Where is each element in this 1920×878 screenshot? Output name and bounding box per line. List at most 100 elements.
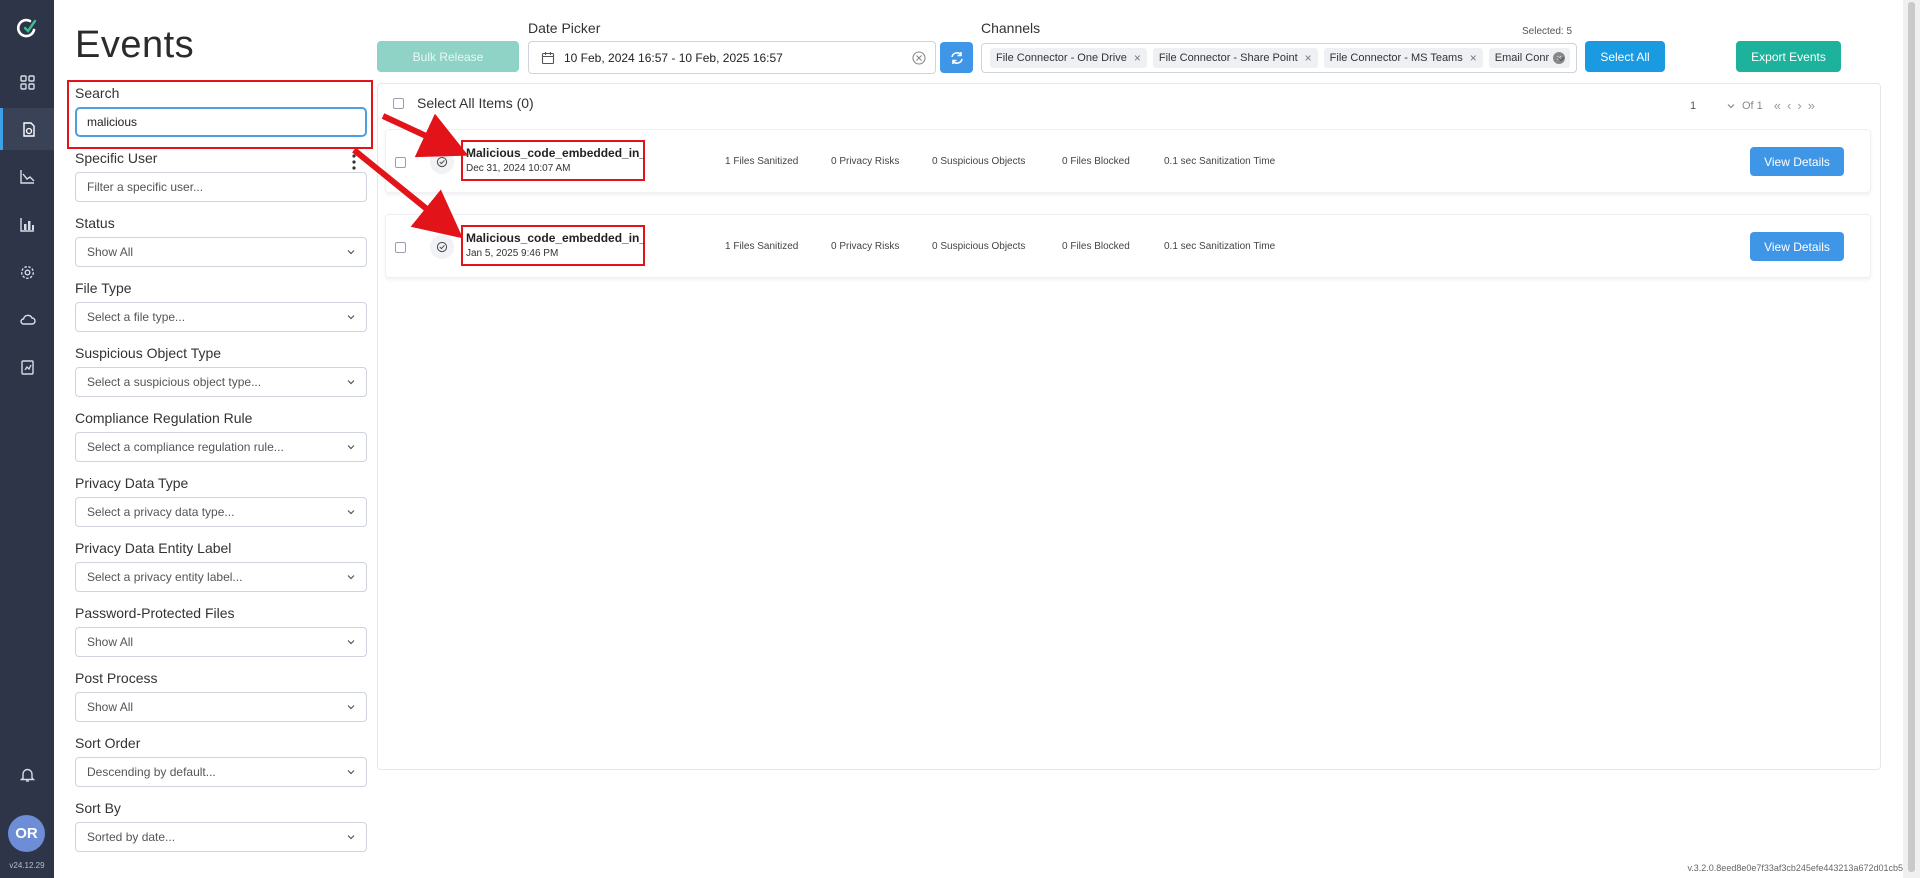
date-range-value: 10 Feb, 2024 16:57 - 10 Feb, 2025 16:57 — [564, 50, 783, 65]
sidebar-item-cloud[interactable] — [0, 298, 54, 340]
sort-order-value: Descending by default... — [87, 765, 216, 779]
event-row[interactable]: Malicious_code_embedded_in_image Dec 31,… — [385, 129, 1871, 193]
date-range-picker[interactable]: 10 Feb, 2024 16:57 - 10 Feb, 2025 16:57 — [528, 41, 936, 74]
scrollbar-thumb[interactable] — [1908, 2, 1915, 872]
privacy-risks: 0 Privacy Risks — [831, 156, 900, 167]
view-details-button[interactable]: View Details — [1750, 232, 1844, 261]
compliance-rule-label: Compliance Regulation Rule — [75, 410, 253, 426]
search-label: Search — [75, 85, 120, 101]
event-row[interactable]: Malicious_code_embedded_in_image Jan 5, … — [385, 214, 1871, 278]
status-indicator — [430, 150, 454, 174]
select-all-items[interactable]: Select All Items (0) — [393, 95, 534, 111]
selected-count: Selected: 5 — [1522, 26, 1573, 37]
clear-date-icon[interactable] — [912, 51, 926, 65]
prev-page-icon[interactable]: ‹ — [1787, 98, 1791, 113]
sort-by-value: Sorted by date... — [87, 830, 176, 844]
search-input[interactable] — [75, 107, 367, 137]
status-label: Status — [75, 215, 115, 231]
sidebar-item-events[interactable] — [0, 108, 54, 150]
export-events-button[interactable]: Export Events — [1736, 41, 1841, 72]
sidebar-item-dashboard[interactable] — [0, 61, 54, 103]
notifications-button[interactable] — [0, 753, 54, 795]
sort-by-label: Sort By — [75, 800, 121, 816]
calendar-icon — [541, 51, 555, 64]
line-chart-icon — [19, 169, 34, 184]
sidebar-item-settings[interactable] — [0, 251, 54, 293]
channels-multiselect[interactable]: File Connector - One Drive × File Connect… — [981, 43, 1577, 73]
compliance-rule-value: Select a compliance regulation rule... — [87, 440, 284, 454]
channel-chip-label: File Connector - One Drive — [996, 52, 1127, 64]
privacy-data-type-select[interactable]: Select a privacy data type... — [75, 497, 367, 527]
chevron-down-icon — [347, 575, 355, 580]
app-logo-icon[interactable] — [14, 16, 40, 42]
refresh-button[interactable] — [940, 42, 973, 73]
file-type-label: File Type — [75, 280, 132, 296]
event-name[interactable]: Malicious_code_embedded_in_image — [466, 146, 644, 160]
page-number[interactable]: 1 — [1690, 100, 1720, 112]
sanitization-time: 0.1 sec Sanitization Time — [1164, 156, 1276, 167]
chevron-down-icon — [347, 445, 355, 450]
last-page-icon[interactable]: » — [1808, 98, 1815, 113]
chevron-down-icon — [347, 380, 355, 385]
page-scrollbar[interactable] — [1903, 0, 1920, 878]
next-page-icon[interactable]: › — [1797, 98, 1801, 113]
event-checkbox[interactable] — [395, 157, 406, 168]
event-date: Jan 5, 2025 9:46 PM — [466, 248, 559, 259]
compliance-rule-select[interactable]: Select a compliance regulation rule... — [75, 432, 367, 462]
sidebar-item-analytics[interactable] — [0, 155, 54, 197]
files-sanitized: 1 Files Sanitized — [725, 241, 799, 252]
chevron-down-icon[interactable] — [1726, 101, 1736, 111]
privacy-entity-label-label: Privacy Data Entity Label — [75, 540, 232, 556]
chevron-down-icon — [347, 770, 355, 775]
select-all-channels-button[interactable]: Select All — [1585, 41, 1665, 72]
channel-chip: File Connector - Share Point × — [1152, 48, 1318, 68]
suspicious-object-type-select[interactable]: Select a suspicious object type... — [75, 367, 367, 397]
post-process-select[interactable]: Show All — [75, 692, 367, 722]
status-select[interactable]: Show All — [75, 237, 367, 267]
chevron-down-icon[interactable] — [1556, 54, 1566, 64]
select-all-checkbox[interactable] — [393, 97, 404, 109]
privacy-data-type-value: Select a privacy data type... — [87, 505, 235, 519]
remove-chip-icon[interactable]: × — [1134, 51, 1141, 65]
event-checkbox[interactable] — [395, 242, 406, 253]
file-shield-icon — [23, 121, 35, 137]
file-type-select[interactable]: Select a file type... — [75, 302, 367, 332]
password-protected-value: Show All — [87, 635, 134, 649]
chevron-down-icon — [347, 705, 355, 710]
channels-label: Channels — [981, 20, 1041, 36]
first-page-icon[interactable]: « — [1774, 98, 1781, 113]
remove-chip-icon[interactable]: × — [1305, 51, 1312, 65]
channel-chip: File Connector - MS Teams × — [1323, 48, 1483, 68]
app-version: v24.12.29 — [9, 861, 45, 870]
document-chart-icon — [20, 359, 34, 375]
suspicious-object-type-value: Select a suspicious object type... — [87, 375, 262, 389]
event-name[interactable]: Malicious_code_embedded_in_image — [466, 231, 644, 245]
channel-chip-label: File Connector - MS Teams — [1329, 52, 1463, 64]
channel-chip-label: File Connector - Share Point — [1158, 52, 1298, 64]
pagination: 1 Of 1 « ‹ › » — [1690, 98, 1818, 113]
avatar[interactable]: OR — [8, 815, 45, 852]
chevron-down-icon — [347, 315, 355, 320]
sidebar-item-reports[interactable] — [0, 203, 54, 245]
more-options-icon[interactable] — [351, 153, 357, 171]
sort-by-select[interactable]: Sorted by date... — [75, 822, 367, 852]
date-picker-label: Date Picker — [528, 20, 601, 36]
channel-chip-label: Email Conr — [1494, 52, 1550, 64]
remove-chip-icon[interactable]: × — [1470, 51, 1477, 65]
password-protected-select[interactable]: Show All — [75, 627, 367, 657]
bulk-release-button[interactable]: Bulk Release — [377, 41, 519, 72]
check-circle-icon — [436, 241, 448, 253]
specific-user-input[interactable]: Filter a specific user... — [75, 172, 367, 202]
chevron-down-icon — [347, 250, 355, 255]
privacy-data-type-label: Privacy Data Type — [75, 475, 189, 491]
post-process-label: Post Process — [75, 670, 158, 686]
view-details-button[interactable]: View Details — [1750, 147, 1844, 176]
chevron-down-icon — [347, 640, 355, 645]
sanitization-time: 0.1 sec Sanitization Time — [1164, 241, 1276, 252]
grid-icon — [19, 74, 35, 90]
sort-order-select[interactable]: Descending by default... — [75, 757, 367, 787]
privacy-entity-label-select[interactable]: Select a privacy entity label... — [75, 562, 367, 592]
privacy-risks: 0 Privacy Risks — [831, 241, 900, 252]
sidebar-item-audit[interactable] — [0, 346, 54, 388]
file-type-value: Select a file type... — [87, 310, 186, 324]
